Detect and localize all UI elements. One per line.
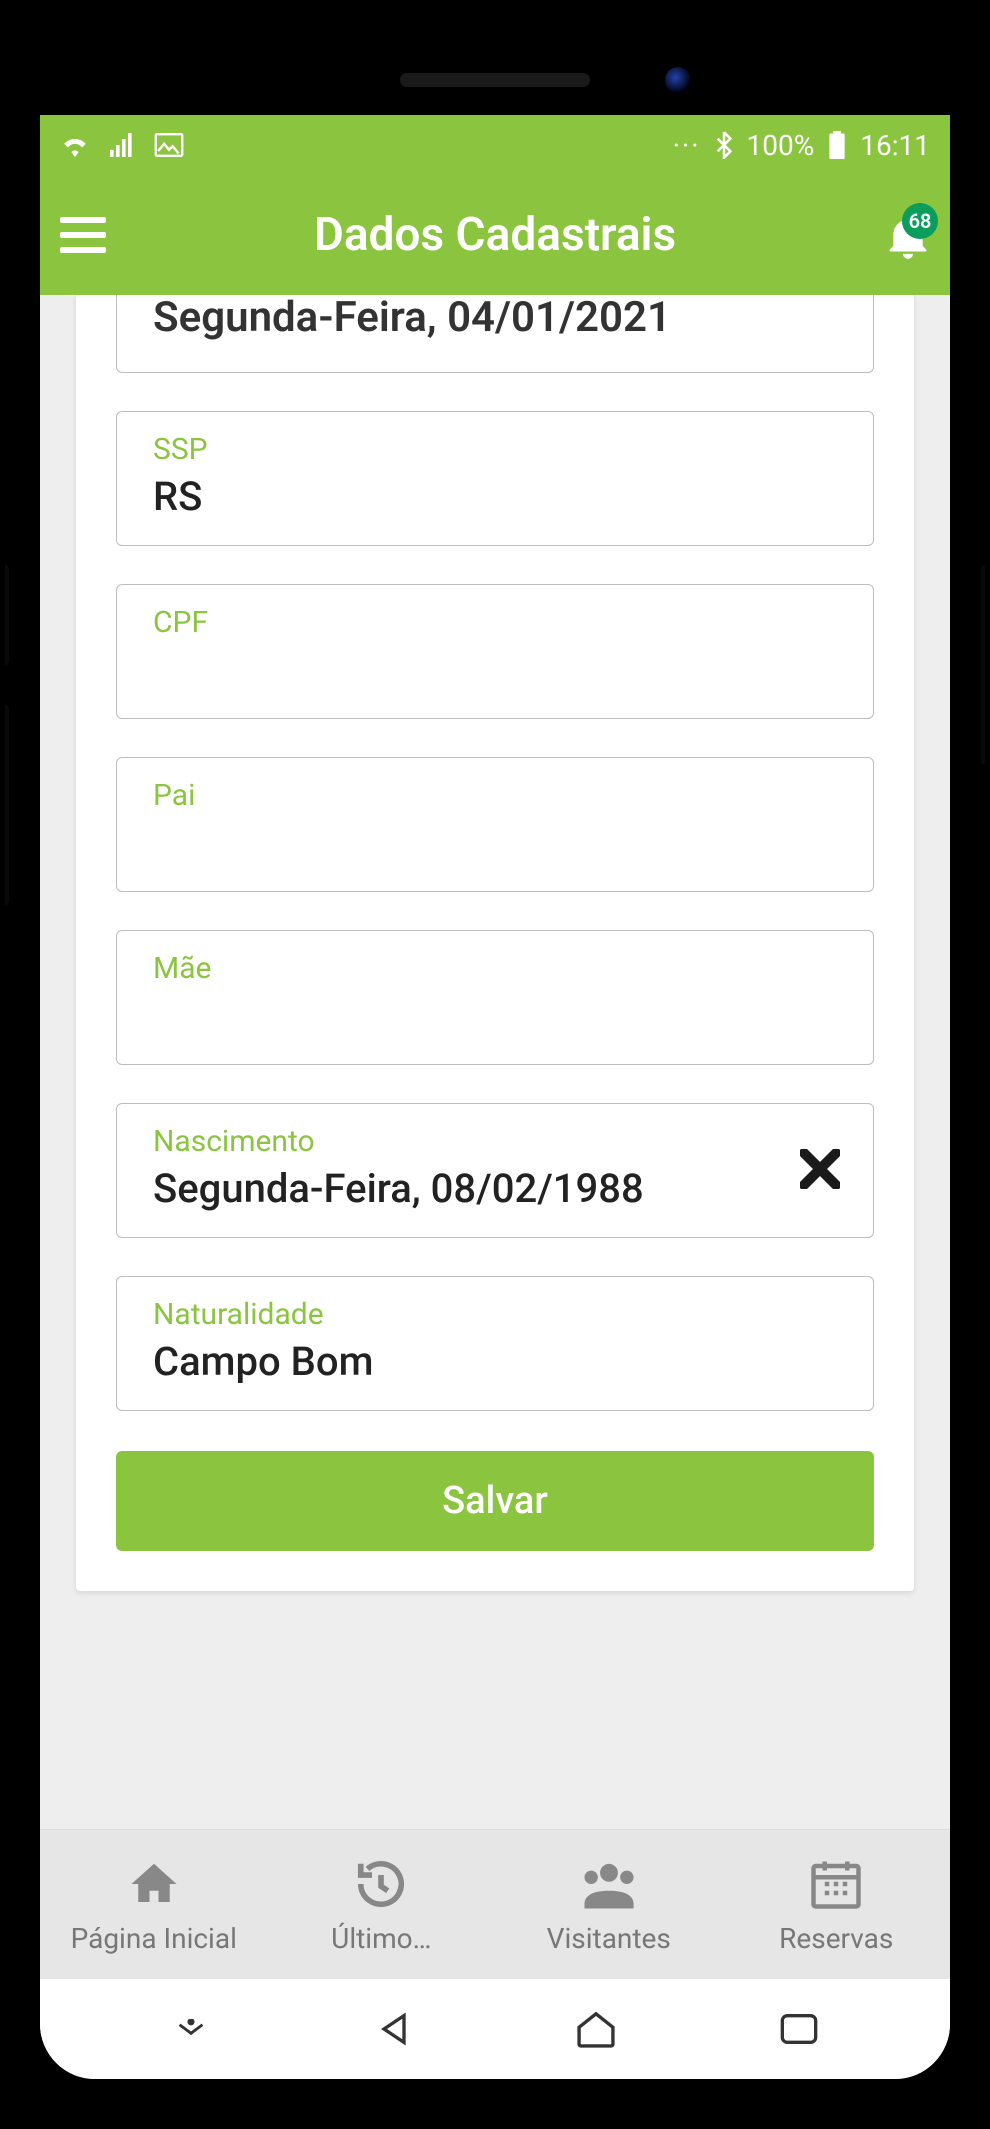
- field-value: [153, 819, 837, 867]
- clear-nascimento-button[interactable]: [795, 1146, 845, 1196]
- home-button[interactable]: [566, 2009, 626, 2049]
- date-field-partial[interactable]: Segunda-Feira, 04/01/2021: [116, 295, 874, 373]
- front-camera: [665, 67, 691, 93]
- home-icon: [124, 1854, 184, 1914]
- field-value: RS: [153, 473, 837, 521]
- field-value: Segunda-Feira, 08/02/1988: [153, 1165, 783, 1213]
- clock-time: 16:11: [860, 129, 930, 162]
- battery-icon: [828, 131, 846, 159]
- signal-icon: [108, 133, 136, 157]
- field-value: [153, 992, 837, 1040]
- phone-frame: ··· 100% 16:11 Dados Cadastrais: [5, 5, 985, 2124]
- power-button: [981, 565, 985, 765]
- volume-down-button: [5, 705, 9, 905]
- field-label: SSP: [153, 432, 837, 467]
- history-icon: [351, 1854, 411, 1914]
- phone-bezel: ··· 100% 16:11 Dados Cadastrais: [25, 25, 965, 2104]
- tab-reservas[interactable]: Reservas: [723, 1830, 951, 1979]
- more-icon: ···: [673, 129, 701, 162]
- nascimento-field[interactable]: Nascimento Segunda-Feira, 08/02/1988: [116, 1103, 874, 1238]
- ssp-field[interactable]: SSP RS: [116, 411, 874, 546]
- earpiece: [400, 73, 590, 87]
- people-icon: [579, 1854, 639, 1914]
- menu-button[interactable]: [60, 210, 110, 260]
- tab-ultimos[interactable]: Último…: [268, 1830, 496, 1979]
- cpf-field[interactable]: CPF: [116, 584, 874, 719]
- form-card: Segunda-Feira, 04/01/2021 SSP RS CPF Pai: [76, 295, 914, 1591]
- notifications-badge: 68: [902, 203, 938, 239]
- status-left: [60, 133, 184, 157]
- close-icon: [800, 1149, 840, 1193]
- field-label: CPF: [153, 605, 837, 640]
- field-value: [153, 646, 837, 694]
- mae-field[interactable]: Mãe: [116, 930, 874, 1065]
- calendar-icon: [806, 1854, 866, 1914]
- tab-label: Último…: [325, 1922, 437, 1955]
- app-bar: Dados Cadastrais 68: [40, 175, 950, 295]
- tab-visitantes[interactable]: Visitantes: [495, 1830, 723, 1979]
- field-label: Mãe: [153, 951, 837, 986]
- save-button[interactable]: Salvar: [116, 1451, 874, 1551]
- field-value: Segunda-Feira, 04/01/2021: [153, 295, 837, 348]
- expand-nav-button[interactable]: [161, 2009, 221, 2049]
- bluetooth-icon: [715, 131, 733, 159]
- notifications-button[interactable]: 68: [886, 211, 930, 259]
- battery-percentage: 100%: [747, 129, 815, 162]
- tab-label: Visitantes: [541, 1922, 677, 1955]
- field-label: Pai: [153, 778, 837, 813]
- system-nav-bar: [40, 1979, 950, 2079]
- tab-bar: Página Inicial Último… Visitantes: [40, 1829, 950, 1979]
- back-button[interactable]: [364, 2009, 424, 2049]
- screen: ··· 100% 16:11 Dados Cadastrais: [40, 115, 950, 2079]
- recents-button[interactable]: [769, 2009, 829, 2049]
- naturalidade-field[interactable]: Naturalidade Campo Bom: [116, 1276, 874, 1411]
- volume-up-button: [5, 565, 9, 665]
- field-label: Nascimento: [153, 1124, 783, 1159]
- tab-label: Reservas: [773, 1922, 899, 1955]
- image-icon: [154, 133, 184, 157]
- tab-label: Página Inicial: [65, 1922, 243, 1955]
- field-label: Naturalidade: [153, 1297, 837, 1332]
- tab-home[interactable]: Página Inicial: [40, 1830, 268, 1979]
- field-value: Campo Bom: [153, 1338, 837, 1386]
- page-title: Dados Cadastrais: [314, 208, 676, 262]
- status-bar: ··· 100% 16:11: [40, 115, 950, 175]
- pai-field[interactable]: Pai: [116, 757, 874, 892]
- wifi-icon: [60, 133, 90, 157]
- content-area: Segunda-Feira, 04/01/2021 SSP RS CPF Pai: [40, 295, 950, 1829]
- status-right: ··· 100% 16:11: [673, 129, 930, 162]
